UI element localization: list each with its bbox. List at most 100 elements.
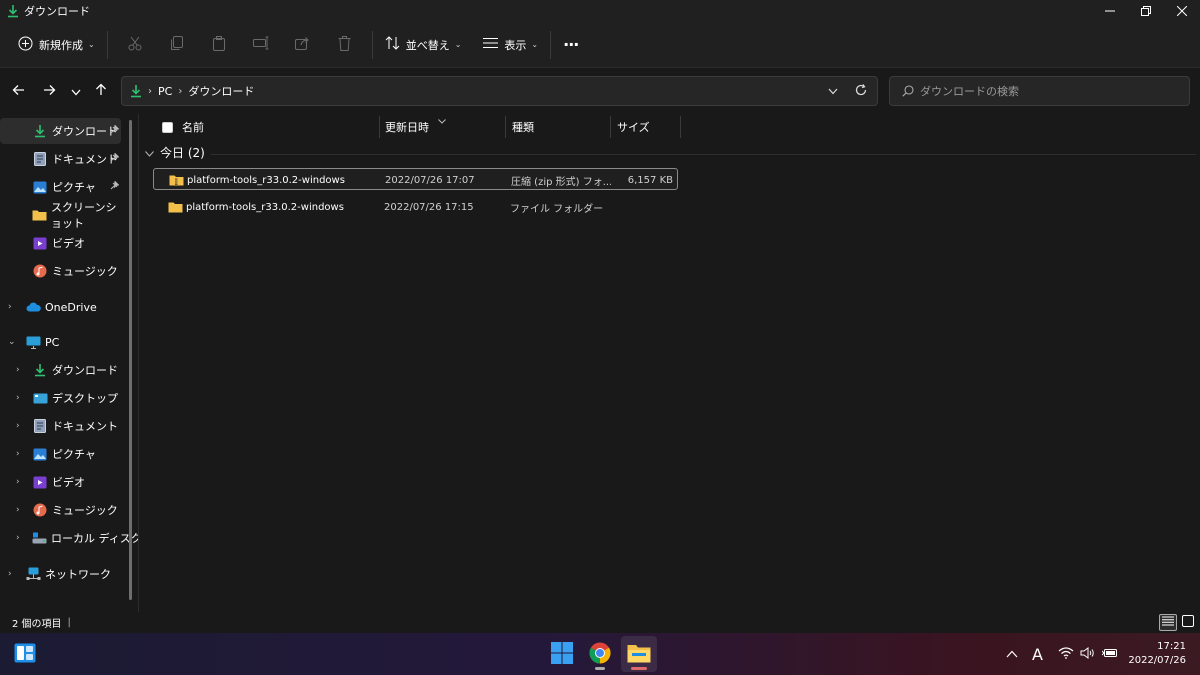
sidebar-item-pc-documents[interactable]: › ドキュメント (0, 413, 121, 439)
chevron-up-icon (1006, 648, 1018, 661)
paste-icon (212, 35, 226, 54)
sidebar-item-quick-downloads[interactable]: ダウンロード (0, 118, 121, 144)
chevron-right-icon: › (16, 533, 20, 543)
column-header-modified[interactable]: 更新日時 (385, 114, 429, 140)
sidebar-item-pc-downloads[interactable]: › ダウンロード (0, 357, 121, 383)
search-box[interactable] (889, 76, 1190, 106)
select-all-checkbox[interactable] (162, 114, 173, 140)
chevron-right-icon: › (8, 569, 12, 579)
status-bar: 2 個の項目 | (0, 612, 1200, 633)
chevron-right-icon: › (16, 393, 20, 403)
address-history-button[interactable] (819, 77, 847, 105)
ime-indicator[interactable]: A (1032, 633, 1043, 675)
chevron-down-icon (145, 146, 154, 160)
restore-button[interactable] (1128, 0, 1164, 22)
widgets-button[interactable] (7, 636, 43, 672)
sidebar-item-label: PC (45, 335, 60, 349)
recent-locations-button[interactable] (62, 77, 90, 105)
group-header-today[interactable]: 今日 (2) (145, 144, 205, 161)
column-divider[interactable] (505, 116, 506, 138)
forward-button[interactable] (35, 77, 63, 105)
clock[interactable]: 17:21 2022/07/26 (1128, 640, 1186, 668)
sidebar-item-quick-music[interactable]: ミュージック (0, 258, 121, 284)
sidebar-item-label: スクリーンショット (51, 201, 117, 230)
taskbar-file-explorer[interactable] (621, 636, 657, 672)
sidebar-item-quick-pictures[interactable]: ピクチャ (0, 174, 121, 200)
share-button[interactable] (282, 30, 324, 60)
item-count: 2 個の項目 (12, 619, 62, 630)
sidebar-item-pc-desktop[interactable]: › デスクトップ (0, 385, 121, 411)
back-button[interactable] (4, 77, 32, 105)
more-options-button[interactable]: ··· (557, 30, 584, 60)
tiles-view-icon (1182, 615, 1194, 630)
new-button-label: 新規作成 (39, 38, 83, 52)
sidebar-item-pc-local-disk[interactable]: › ローカル ディスク ( (0, 525, 150, 551)
large-icons-view-button[interactable] (1179, 614, 1197, 631)
column-header-type[interactable]: 種類 (512, 114, 534, 140)
volume-icon (1080, 646, 1096, 662)
search-input[interactable] (920, 84, 1170, 98)
breadcrumb-downloads[interactable]: ダウンロード (188, 83, 254, 99)
music-icon (32, 263, 48, 279)
computer-icon (25, 334, 41, 350)
column-divider[interactable] (610, 116, 611, 138)
chevron-down-icon (71, 82, 81, 100)
arrow-left-icon (12, 82, 25, 100)
sidebar-item-pc-pictures[interactable]: › ピクチャ (0, 441, 121, 467)
sidebar-scrollbar[interactable] (129, 120, 132, 600)
details-view-button[interactable] (1159, 614, 1177, 631)
sidebar-item-pc-videos[interactable]: › ビデオ (0, 469, 121, 495)
column-header-name[interactable]: 名前 (182, 114, 204, 140)
sidebar-item-onedrive[interactable]: › OneDrive (0, 294, 121, 320)
file-name: platform-tools_r33.0.2-windows (187, 174, 345, 186)
rename-button[interactable] (240, 30, 282, 60)
chevron-down-icon: ⌄ (454, 40, 462, 49)
wifi-icon (1058, 646, 1074, 662)
navigation-row: › PC › ダウンロード (0, 68, 1200, 114)
chevron-right-icon: › (16, 365, 20, 375)
quick-settings-button[interactable] (1058, 633, 1118, 675)
column-divider[interactable] (379, 116, 380, 138)
show-hidden-icons-button[interactable] (1006, 633, 1018, 675)
view-list-icon (483, 37, 499, 52)
sort-button[interactable]: 並べ替え ⌄ (379, 30, 468, 60)
desktop-icon (32, 390, 48, 406)
delete-button[interactable] (324, 30, 366, 60)
file-modified: 2022/07/26 17:07 (385, 174, 475, 186)
minimize-button[interactable] (1092, 0, 1128, 22)
view-button[interactable]: 表示 ⌄ (477, 30, 544, 60)
sidebar-item-pc[interactable]: ⌄ PC (0, 329, 121, 355)
new-button[interactable]: 新規作成 ⌄ (12, 30, 101, 60)
taskbar-chrome[interactable] (582, 636, 618, 672)
address-bar[interactable]: › PC › ダウンロード (121, 76, 878, 106)
picture-icon (32, 446, 48, 462)
start-button[interactable] (544, 636, 580, 672)
table-row[interactable]: platform-tools_r33.0.2-windows 2022/07/2… (153, 196, 678, 218)
column-header-size[interactable]: サイズ (617, 114, 650, 140)
refresh-button[interactable] (847, 77, 875, 105)
sidebar-item-label: ミュージック (52, 265, 118, 278)
breadcrumb-pc[interactable]: PC (158, 85, 172, 98)
sidebar-item-label: ビデオ (52, 237, 85, 250)
sidebar-item-quick-screenshots[interactable]: スクリーンショット (0, 201, 121, 230)
sidebar-item-pc-music[interactable]: › ミュージック (0, 497, 121, 523)
command-bar: 新規作成 ⌄ 並べ替え ⌄ 表示 ⌄ ··· (0, 22, 1200, 68)
up-button[interactable] (87, 77, 115, 105)
column-header-label: サイズ (617, 121, 650, 134)
sidebar-item-quick-videos[interactable]: ビデオ (0, 230, 121, 256)
close-button[interactable] (1164, 0, 1200, 22)
sidebar-item-label: ローカル ディスク ( (51, 532, 150, 545)
table-row[interactable]: platform-tools_r33.0.2-windows 2022/07/2… (153, 168, 678, 190)
drive-icon (32, 530, 47, 546)
cut-button[interactable] (114, 30, 156, 60)
file-name: platform-tools_r33.0.2-windows (186, 201, 344, 213)
file-list: 名前 更新日時 種類 サイズ 今日 (2) platform-tools_r33… (139, 114, 1200, 612)
window-title: ダウンロード (24, 5, 90, 18)
zip-folder-icon (169, 169, 184, 191)
sidebar-item-network[interactable]: › ネットワーク (0, 561, 121, 587)
copy-button[interactable] (156, 30, 198, 60)
paste-button[interactable] (198, 30, 240, 60)
column-divider[interactable] (680, 116, 681, 138)
sidebar-item-quick-documents[interactable]: ドキュメント (0, 146, 121, 172)
chevron-right-icon: › (16, 477, 20, 487)
